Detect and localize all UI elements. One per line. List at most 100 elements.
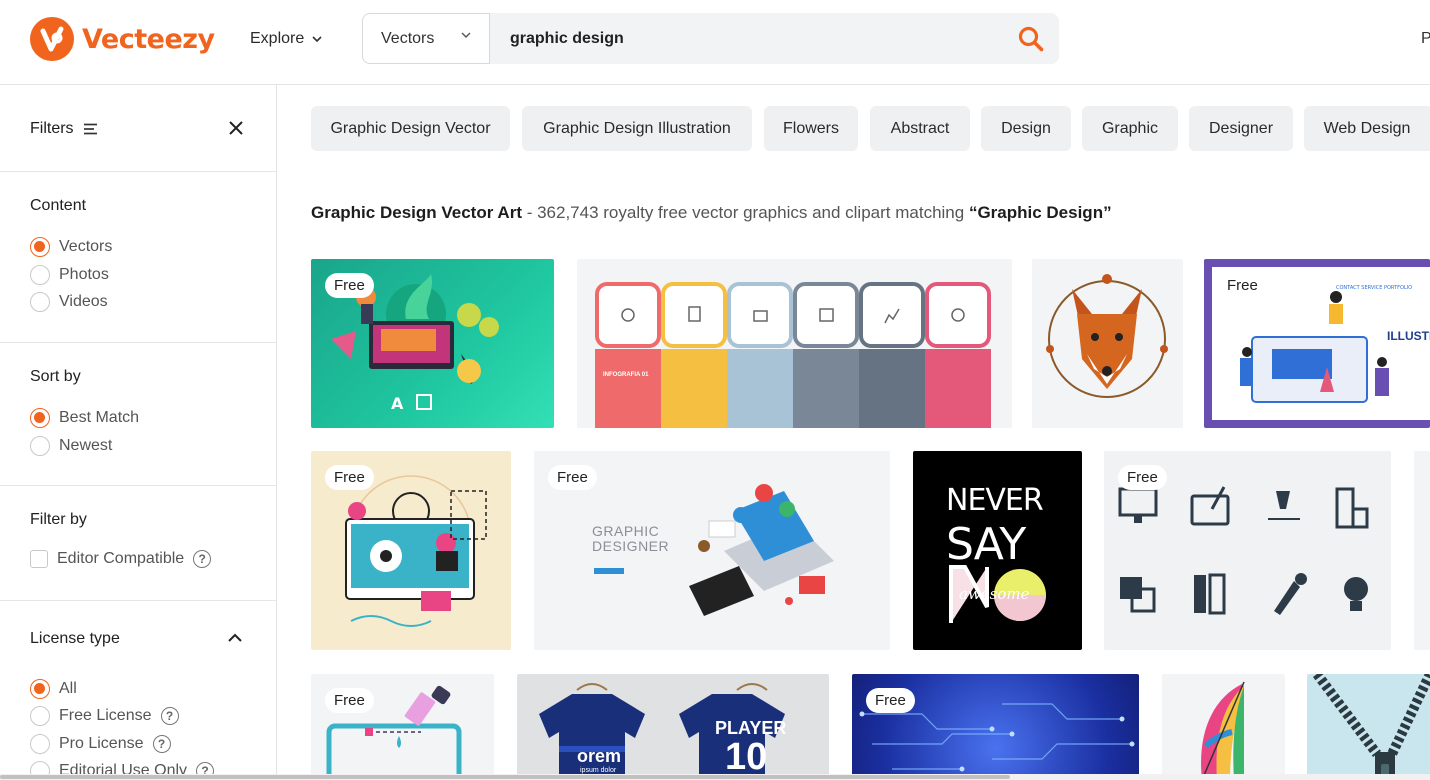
explore-label: Explore <box>250 30 305 47</box>
filters-title: Filters <box>30 120 98 138</box>
image-tile[interactable] <box>1307 674 1430 780</box>
awesome-script-text: awesome <box>959 585 1030 603</box>
image-tile[interactable]: A Free <box>311 259 554 428</box>
option-label: Best Match <box>59 409 140 426</box>
filter-by-section: Filter by Editor Compatible ? <box>0 486 276 601</box>
option-label: Vectors <box>59 238 113 255</box>
content-option-photos[interactable]: Photos <box>30 265 109 285</box>
free-badge: Free <box>1118 465 1167 490</box>
license-option-pro[interactable]: Pro License ? <box>30 734 171 754</box>
search-icon[interactable] <box>1017 25 1045 53</box>
help-icon[interactable]: ? <box>152 735 171 753</box>
option-label: Pro License <box>59 735 144 752</box>
radio[interactable] <box>30 292 50 312</box>
infographic-steps-illustration <box>595 282 991 428</box>
header-right-link[interactable]: P <box>1421 30 1430 48</box>
option-label: All <box>59 680 77 697</box>
results-summary: Graphic Design Vector Art - 362,743 roya… <box>311 203 1112 223</box>
horizontal-scrollbar-thumb[interactable] <box>0 775 1010 779</box>
image-tile[interactable]: orem ipsum dolor PLAYER 10 <box>517 674 829 780</box>
top-header: Vecteezy Explore Vectors P <box>0 0 1430 85</box>
free-badge: Free <box>548 465 597 490</box>
tag-chip[interactable]: Graphic Design Illustration <box>522 106 752 151</box>
infographic-label: INFOGRAFIA 01 <box>603 372 649 378</box>
svg-text:CONTACT SERVICE PORTFOLIO: CONTACT SERVICE PORTFOLIO <box>1336 285 1412 291</box>
tag-chip[interactable]: Graphic <box>1082 106 1178 151</box>
search-input[interactable] <box>490 13 990 64</box>
vecteezy-logo-mark <box>30 17 74 61</box>
tag-chip[interactable]: Flowers <box>764 106 858 151</box>
option-label: Photos <box>59 266 109 283</box>
tag-chip[interactable]: Abstract <box>870 106 970 151</box>
content-option-vectors[interactable]: Vectors <box>30 237 112 257</box>
image-tile[interactable]: CONTACT SERVICE PORTFOLIO ILLUSTR Free <box>1204 259 1430 428</box>
tag-chip[interactable]: Designer <box>1189 106 1293 151</box>
license-option-free[interactable]: Free License ? <box>30 706 179 726</box>
vecteezy-logo[interactable]: Vecteezy <box>30 17 215 61</box>
chevron-up-icon[interactable] <box>227 633 243 643</box>
search-type-select[interactable]: Vectors <box>362 13 490 64</box>
search-bar: Vectors <box>362 13 1059 64</box>
image-tile[interactable]: Free <box>311 451 511 650</box>
option-label: Editor Compatible <box>57 550 185 567</box>
image-tile[interactable]: Free <box>1104 451 1391 650</box>
filter-lines-icon <box>83 123 97 135</box>
free-badge: Free <box>325 688 374 713</box>
rainbow-feather-illustration <box>1201 681 1245 780</box>
radio[interactable] <box>30 436 50 456</box>
radio-selected[interactable] <box>30 408 50 428</box>
option-label: Newest <box>59 437 113 454</box>
results-heading: Graphic Design Vector Art <box>311 203 522 222</box>
explore-menu[interactable]: Explore <box>250 30 322 48</box>
never-text: NEVER <box>946 483 1044 518</box>
illustration-heading-text: ILLUSTR <box>1387 329 1430 343</box>
close-icon[interactable] <box>228 120 244 136</box>
search-type-label: Vectors <box>381 29 435 47</box>
filters-sidebar: Filters Content Vectors Photos Videos So… <box>0 85 277 780</box>
tag-chip[interactable]: Design <box>981 106 1071 151</box>
tag-chip[interactable]: Web Design <box>1304 106 1430 151</box>
help-icon[interactable]: ? <box>193 550 212 568</box>
sort-by-section: Sort by Best Match Newest <box>0 343 276 486</box>
image-tile[interactable]: GRAPHIC DESIGNER Free <box>534 451 890 650</box>
image-tile[interactable] <box>1162 674 1285 780</box>
checkbox[interactable] <box>30 550 48 568</box>
image-tile[interactable]: Free <box>852 674 1139 780</box>
free-badge: Free <box>325 465 374 490</box>
chevron-down-icon <box>312 36 322 43</box>
radio-selected[interactable] <box>30 679 50 699</box>
svg-text:A: A <box>391 394 404 413</box>
tag-chip[interactable]: Graphic Design Vector <box>311 106 510 151</box>
sort-option-newest[interactable]: Newest <box>30 436 112 456</box>
filter-by-title: Filter by <box>30 511 87 528</box>
jersey-small-text: ipsum dolor <box>580 767 617 774</box>
help-icon[interactable]: ? <box>160 707 179 725</box>
radio-selected[interactable] <box>30 237 50 257</box>
option-label: Free License <box>59 707 152 724</box>
license-type-section: License type All Free License ? Pro Lice… <box>0 601 276 780</box>
image-tile[interactable]: INFOGRAFIA 01 <box>577 259 1012 428</box>
content-title: Content <box>30 197 87 214</box>
content-filter-section: Content Vectors Photos Videos <box>0 172 276 343</box>
content-option-videos[interactable]: Videos <box>30 292 108 312</box>
chevron-down-icon <box>461 32 471 38</box>
graphic-designer-title-line1: GRAPHIC <box>592 523 660 539</box>
image-tile-partial[interactable] <box>1414 451 1430 650</box>
radio[interactable] <box>30 265 50 285</box>
image-tile[interactable] <box>1032 259 1183 428</box>
radio[interactable] <box>30 734 50 754</box>
jersey-number: 10 <box>725 736 768 778</box>
filters-header: Filters <box>0 85 276 172</box>
image-tile[interactable]: Free <box>311 674 494 780</box>
zipper-illustration <box>1313 674 1430 780</box>
sort-title: Sort by <box>30 368 81 385</box>
results-query: “Graphic Design” <box>968 203 1112 222</box>
editor-compatible-option[interactable]: Editor Compatible ? <box>30 550 212 568</box>
license-option-all[interactable]: All <box>30 679 77 699</box>
radio[interactable] <box>30 706 50 726</box>
sort-option-best-match[interactable]: Best Match <box>30 408 139 428</box>
logo-text: Vecteezy <box>82 23 215 55</box>
fox-head-illustration <box>1046 274 1168 398</box>
option-label: Videos <box>59 293 108 310</box>
image-tile[interactable]: NEVER SAY awesome <box>913 451 1082 650</box>
